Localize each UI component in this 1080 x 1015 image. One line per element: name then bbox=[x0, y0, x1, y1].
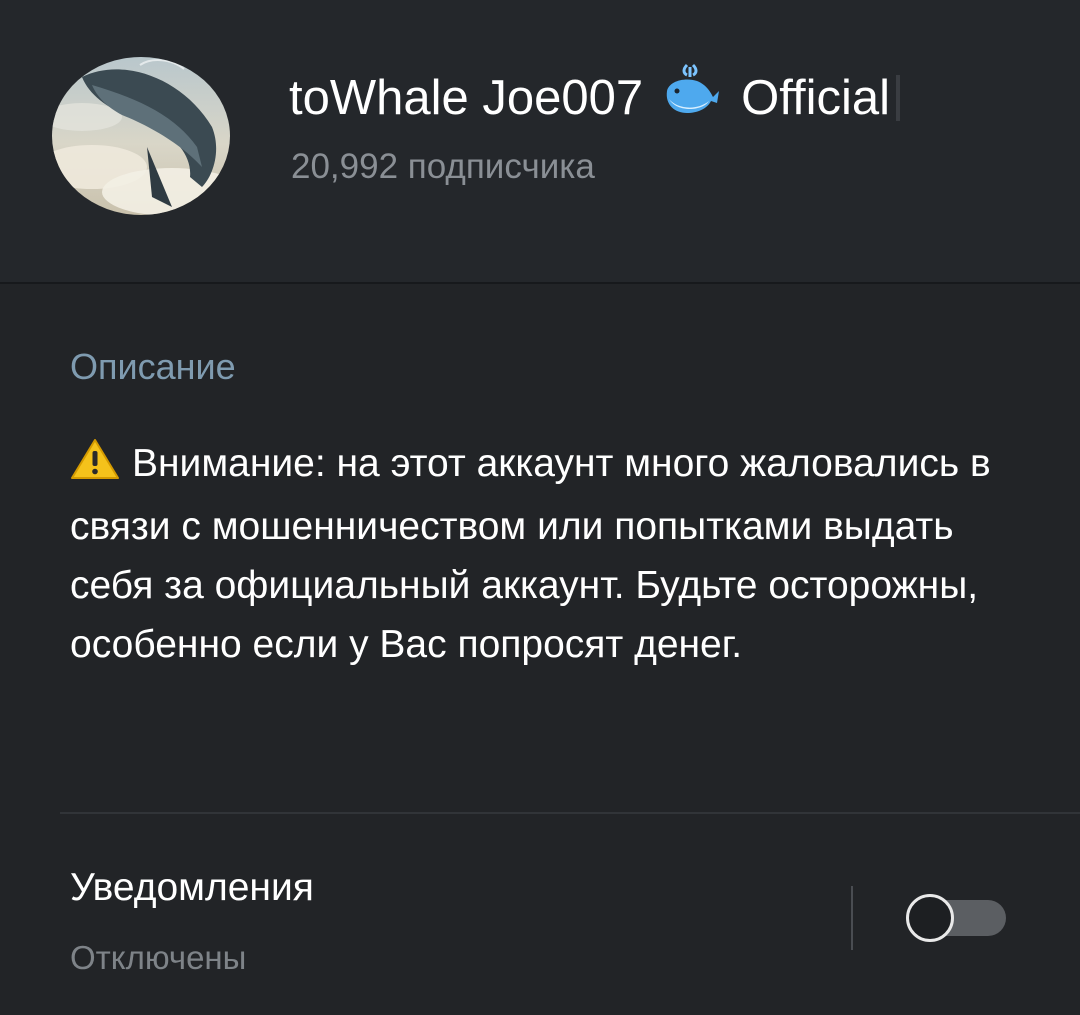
channel-avatar[interactable] bbox=[52, 57, 230, 215]
notifications-toggle[interactable] bbox=[906, 894, 1006, 942]
channel-title-prefix: toWhale Joe007 bbox=[289, 71, 644, 125]
subscriber-count: 20,992 подписчика bbox=[291, 147, 595, 186]
info-panel: Описание Внимание: на этот аккаунт много… bbox=[0, 284, 1080, 1015]
channel-title-suffix: Official bbox=[741, 71, 891, 125]
notifications-label[interactable]: Уведомления bbox=[70, 862, 314, 914]
description-label: Описание bbox=[70, 346, 236, 387]
title-overflow-edge bbox=[896, 75, 901, 122]
notifications-state: Отключены bbox=[70, 939, 247, 976]
spouting-whale-icon bbox=[663, 63, 721, 131]
warning-icon bbox=[70, 438, 120, 497]
whale-avatar-icon bbox=[52, 57, 230, 215]
channel-title: toWhale Joe007 Official bbox=[289, 63, 901, 131]
channel-header: toWhale Joe007 Official 20,992 подписчик… bbox=[0, 0, 1080, 284]
toggle-knob bbox=[906, 894, 954, 942]
description-text: Внимание: на этот аккаунт много жаловали… bbox=[70, 442, 991, 666]
description-text-block[interactable]: Внимание: на этот аккаунт много жаловали… bbox=[70, 434, 1030, 674]
divider bbox=[60, 812, 1080, 814]
vertical-separator bbox=[851, 886, 853, 950]
